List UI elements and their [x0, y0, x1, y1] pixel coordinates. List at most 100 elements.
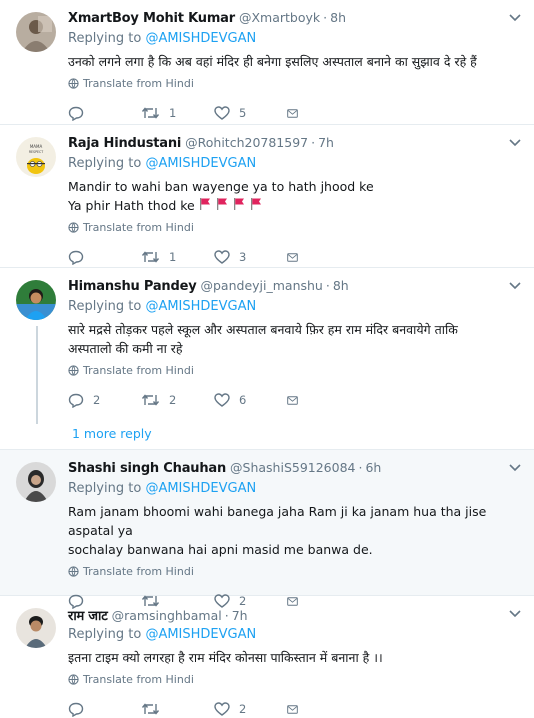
tweet-2[interactable]: MAMA RESPECT Raja Hindustani @Rohitch2078…	[0, 125, 534, 268]
reply-button[interactable]: 2	[68, 393, 141, 408]
avatar[interactable]	[16, 280, 56, 320]
author-handle[interactable]: @ShashiS59126084	[230, 460, 355, 475]
tweet-3[interactable]: Himanshu Pandey @pandeyji_manshu · 8h Re…	[0, 268, 534, 450]
tweet-5[interactable]: राम जाट @ramsinghbamal · 7h Replying to …	[0, 596, 534, 718]
tweet-4[interactable]: Shashi singh Chauhan @ShashiS59126084 · …	[0, 450, 534, 609]
translate-label: Translate from Hindi	[83, 220, 194, 234]
retweet-button[interactable]: 1	[141, 250, 214, 264]
chevron-down-icon[interactable]	[508, 608, 522, 620]
translate-link[interactable]: Translate from Hindi	[68, 362, 520, 378]
tweet-line-with-flags: Ya phir Hath thod ke	[68, 196, 520, 215]
direct-message-button[interactable]	[287, 107, 307, 120]
tweet-text: उनको लगने लगा है कि अब वहां मंदिर ही बने…	[68, 52, 520, 71]
timestamp[interactable]: 6h	[365, 460, 381, 475]
separator-dot: ·	[224, 608, 229, 623]
like-button[interactable]: 6	[214, 393, 287, 407]
author-handle[interactable]: @Rohitch20781597	[185, 135, 308, 150]
retweet-button[interactable]	[141, 702, 214, 716]
retweet-button[interactable]: 1	[141, 106, 214, 120]
replying-to: Replying to @AMISHDEVGAN	[68, 627, 520, 645]
translate-link[interactable]: Translate from Hindi	[68, 75, 520, 91]
tweet-line: इतना टाइम क्यो लगरहा है राम मंदिर कोनसा …	[68, 650, 383, 665]
globe-icon	[68, 565, 79, 577]
flags-emoji	[199, 198, 263, 213]
tweet-1[interactable]: XmartBoy Mohit Kumar @Xmartboyk · 8h Rep…	[0, 0, 534, 125]
replying-label: Replying to	[68, 156, 142, 171]
avatar[interactable]: MAMA RESPECT	[16, 137, 56, 177]
author-handle[interactable]: @pandeyji_manshu	[201, 278, 323, 293]
mention-link[interactable]: @AMISHDEVGAN	[145, 299, 256, 314]
avatar[interactable]	[16, 608, 56, 648]
direct-message-button[interactable]	[287, 394, 307, 407]
author-name[interactable]: XmartBoy Mohit Kumar	[68, 11, 235, 26]
author-handle[interactable]: @ramsinghbamal	[112, 608, 222, 623]
reply-icon	[68, 250, 84, 265]
reply-button[interactable]	[68, 250, 141, 265]
chevron-down-icon[interactable]	[508, 12, 522, 24]
timestamp[interactable]: 7h	[232, 608, 248, 623]
author-name[interactable]: Raja Hindustani	[68, 136, 181, 151]
retweet-count: 1	[169, 250, 177, 264]
reply-count: 2	[93, 393, 101, 407]
avatar[interactable]	[16, 12, 56, 52]
timestamp[interactable]: 8h	[333, 278, 349, 293]
globe-icon	[68, 77, 79, 89]
translate-label: Translate from Hindi	[83, 564, 194, 578]
like-count: 6	[239, 393, 247, 407]
translate-link[interactable]: Translate from Hindi	[68, 671, 520, 687]
direct-message-button[interactable]	[287, 251, 307, 264]
retweet-button[interactable]: 2	[141, 393, 214, 407]
timestamp[interactable]: 7h	[318, 135, 334, 150]
heart-icon	[214, 250, 230, 264]
mention-link[interactable]: @AMISHDEVGAN	[145, 31, 256, 46]
like-button[interactable]: 3	[214, 250, 287, 264]
envelope-icon	[287, 395, 298, 405]
envelope-icon	[287, 108, 298, 118]
author-name[interactable]: Shashi singh Chauhan	[68, 461, 226, 476]
heart-icon	[214, 106, 230, 120]
reply-button[interactable]	[68, 702, 141, 717]
author-handle[interactable]: @Xmartboyk	[239, 10, 320, 25]
separator-dot: ·	[311, 135, 316, 150]
translate-link[interactable]: Translate from Hindi	[68, 563, 520, 579]
translate-label: Translate from Hindi	[83, 363, 194, 377]
svg-text:MAMA: MAMA	[30, 144, 43, 149]
like-count: 2	[239, 702, 247, 716]
reply-button[interactable]	[68, 106, 141, 121]
replying-label: Replying to	[68, 31, 142, 46]
svg-text:RESPECT: RESPECT	[29, 150, 43, 154]
tweet-text: इतना टाइम क्यो लगरहा है राम मंदिर कोनसा …	[68, 648, 520, 667]
separator-dot: ·	[325, 278, 330, 293]
replying-to: Replying to @AMISHDEVGAN	[68, 31, 520, 49]
reply-icon	[68, 702, 84, 717]
tweet-text: Mandir to wahi ban wayenge ya to hath jh…	[68, 177, 520, 215]
timestamp[interactable]: 8h	[330, 10, 346, 25]
heart-icon	[214, 702, 230, 716]
tweet-text: सारे मद्रसे तोड़कर पहले स्कूल और अस्पताल…	[68, 320, 520, 358]
mention-link[interactable]: @AMISHDEVGAN	[145, 627, 256, 642]
author-name[interactable]: राम जाट	[68, 606, 108, 624]
like-button[interactable]: 2	[214, 702, 287, 716]
envelope-icon	[287, 704, 298, 714]
direct-message-button[interactable]	[287, 703, 307, 716]
mention-link[interactable]: @AMISHDEVGAN	[145, 156, 256, 171]
chevron-down-icon[interactable]	[508, 280, 522, 292]
retweet-count: 2	[169, 393, 177, 407]
heart-icon	[214, 393, 230, 407]
author-name[interactable]: Himanshu Pandey	[68, 279, 197, 294]
like-count: 5	[239, 106, 247, 120]
avatar[interactable]	[16, 462, 56, 502]
chevron-down-icon[interactable]	[508, 462, 522, 474]
replying-to: Replying to @AMISHDEVGAN	[68, 481, 520, 499]
tweet-line: Mandir to wahi ban wayenge ya to hath jh…	[68, 179, 374, 194]
reply-icon	[68, 393, 84, 408]
replying-to: Replying to @AMISHDEVGAN	[68, 299, 520, 317]
like-button[interactable]: 5	[214, 106, 287, 120]
translate-link[interactable]: Translate from Hindi	[68, 219, 520, 235]
translate-label: Translate from Hindi	[83, 76, 194, 90]
red-flag-icon	[199, 198, 210, 210]
retweet-icon	[141, 107, 160, 119]
globe-icon	[68, 673, 79, 685]
chevron-down-icon[interactable]	[508, 137, 522, 149]
mention-link[interactable]: @AMISHDEVGAN	[145, 481, 256, 496]
